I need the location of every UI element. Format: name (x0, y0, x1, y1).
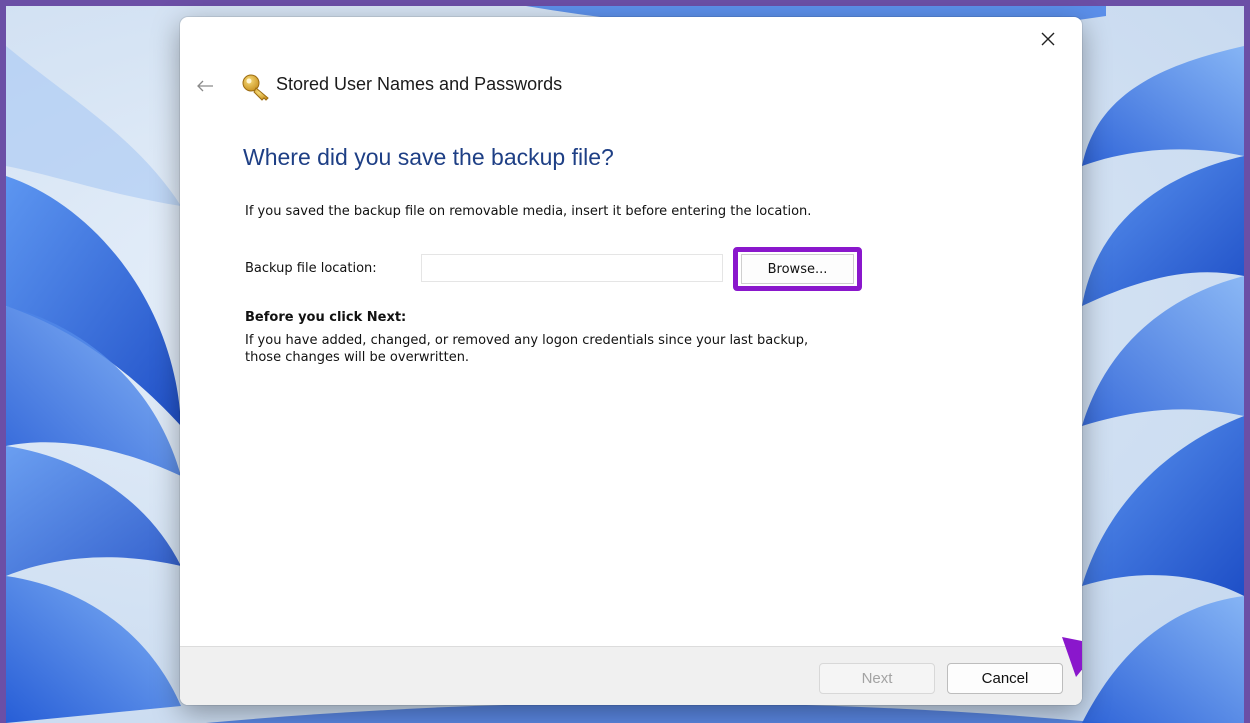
back-button[interactable] (192, 75, 218, 97)
back-arrow-icon (197, 80, 213, 92)
dialog-footer: Next Cancel (180, 646, 1082, 705)
key-icon (242, 74, 269, 101)
warning-heading: Before you click Next: (245, 310, 407, 325)
backup-location-label: Backup file location: (245, 261, 377, 276)
page-heading: Where did you save the backup file? (243, 144, 614, 170)
pointer-arrow-annotation (1062, 637, 1082, 677)
credential-restore-dialog: Stored User Names and Passwords Where di… (180, 17, 1082, 705)
instruction-text: If you saved the backup file on removabl… (245, 204, 812, 219)
close-button[interactable] (1028, 23, 1068, 55)
close-icon (1041, 32, 1055, 46)
browse-button[interactable]: Browse... (741, 254, 854, 284)
app-title: Stored User Names and Passwords (276, 74, 563, 94)
backup-location-input[interactable] (421, 254, 723, 282)
next-button[interactable]: Next (819, 663, 935, 694)
warning-text: If you have added, changed, or removed a… (245, 333, 809, 365)
